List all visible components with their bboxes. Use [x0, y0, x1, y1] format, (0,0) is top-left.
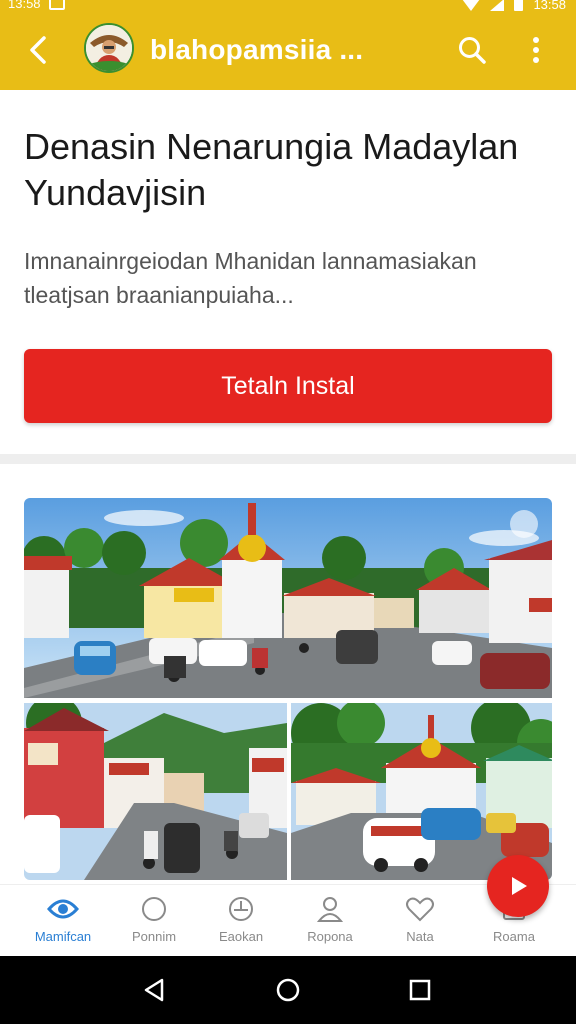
nav-label-roama: Roama	[493, 929, 535, 944]
app-bar: blahopamsiia ...	[0, 14, 576, 90]
status-time: 13:58	[8, 0, 41, 11]
nav-item-ponnim[interactable]: Ponnim	[106, 895, 202, 953]
nav-label-home: Mamifcan	[34, 929, 92, 944]
nav-item-home[interactable]: Mamifcan	[15, 895, 111, 953]
nav-label-eaokan: Eaokan	[218, 929, 264, 944]
play-fab-button[interactable]	[487, 855, 549, 917]
back-arrow-icon	[30, 36, 46, 64]
status-bar: 13:58 13:58	[0, 0, 576, 14]
home-icon	[47, 899, 79, 919]
nav-item-ropona[interactable]: Ropona	[282, 895, 378, 953]
circle-icon	[142, 897, 166, 921]
install-button[interactable]: Tetaln Instal	[24, 349, 552, 423]
nav-label-ponnim: Ponnim	[131, 929, 177, 944]
system-back-button[interactable]	[134, 974, 174, 1006]
system-home-button[interactable]	[268, 974, 308, 1006]
triangle-back-icon	[144, 978, 164, 1002]
search-icon	[459, 37, 486, 64]
nav-label-ropona: Ropona	[307, 929, 353, 944]
battery-icon	[514, 0, 524, 11]
app-title: blahopamsiia ...	[150, 34, 364, 65]
play-icon	[512, 877, 527, 895]
wifi-icon	[462, 0, 481, 11]
nav-label-nata: Nata	[406, 929, 434, 944]
circle-home-icon	[276, 978, 300, 1002]
article-description: Imnanainrgeiodan Mhanidan lannamasiakan …	[24, 248, 477, 308]
article-headline: Denasin Nenarungia Madaylan Yundavjisin	[24, 126, 519, 213]
more-vert-icon	[533, 37, 539, 63]
street-photo-main[interactable]	[24, 498, 552, 698]
nav-item-nata[interactable]: Nata	[372, 895, 468, 953]
system-recents-button[interactable]	[400, 974, 440, 1006]
system-navigation-bar	[0, 956, 576, 1024]
notification-icon	[48, 0, 65, 10]
status-time-right: 13:58	[533, 0, 566, 12]
street-photo-right[interactable]	[291, 703, 552, 880]
signal-icon	[490, 0, 505, 11]
square-recents-icon	[409, 979, 431, 1001]
heart-icon	[406, 897, 434, 922]
back-button[interactable]	[18, 30, 58, 70]
nav-item-eaokan[interactable]: Eaokan	[193, 895, 289, 953]
search-button[interactable]	[452, 30, 492, 70]
photo-gallery	[24, 498, 552, 880]
street-photo-left[interactable]	[24, 703, 287, 880]
compass-icon	[229, 897, 253, 921]
channel-avatar[interactable]	[84, 23, 134, 73]
profile-icon	[316, 897, 344, 922]
more-options-button[interactable]	[520, 30, 552, 70]
section-divider	[0, 454, 576, 464]
